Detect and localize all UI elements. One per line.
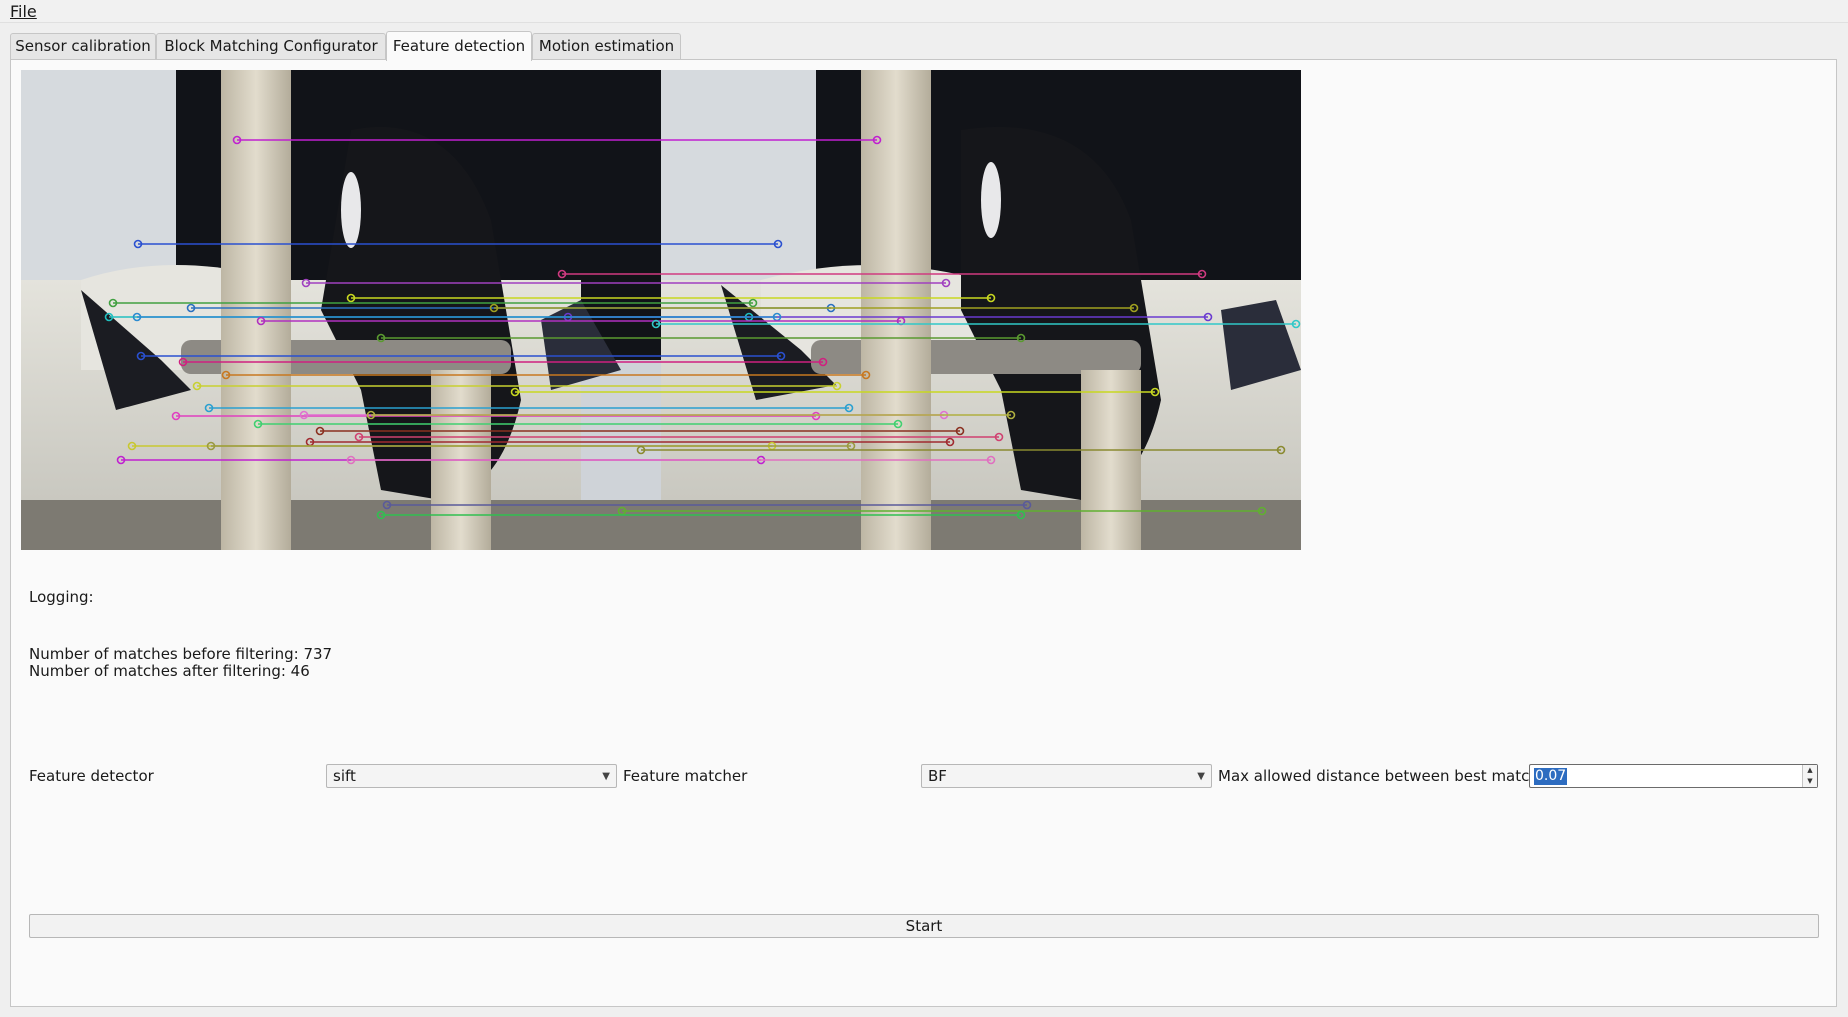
feature-detector-label: Feature detector bbox=[29, 767, 154, 785]
menu-bar: File bbox=[0, 0, 1848, 23]
file-menu[interactable]: File bbox=[10, 2, 37, 21]
feature-detector-select[interactable]: sift ▼ bbox=[326, 764, 617, 788]
feature-detection-panel: Logging: Number of matches before filter… bbox=[10, 59, 1837, 1007]
chevron-down-icon: ▼ bbox=[602, 771, 610, 782]
feature-detector-value: sift bbox=[333, 767, 356, 785]
max-distance-value[interactable]: 0.07 bbox=[1534, 768, 1568, 785]
tab-block-matching-configurator[interactable]: Block Matching Configurator bbox=[156, 33, 386, 59]
feature-matcher-value: BF bbox=[928, 767, 947, 785]
feature-match-image bbox=[21, 70, 1301, 550]
matches-before-text: Number of matches before filtering: 737 bbox=[29, 645, 333, 663]
tab-feature-detection[interactable]: Feature detection bbox=[386, 31, 532, 61]
feature-matcher-select[interactable]: BF ▼ bbox=[921, 764, 1212, 788]
max-distance-label: Max allowed distance between best matche… bbox=[1218, 767, 1556, 785]
left-camera-frame bbox=[21, 70, 661, 550]
chevron-down-icon: ▼ bbox=[1197, 771, 1205, 782]
tab-motion-estimation[interactable]: Motion estimation bbox=[532, 33, 681, 59]
feature-matcher-label: Feature matcher bbox=[623, 767, 748, 785]
max-distance-spinbox[interactable]: 0.07 ▲ ▼ bbox=[1529, 764, 1818, 788]
tab-label: Motion estimation bbox=[538, 37, 675, 55]
logging-label: Logging: bbox=[29, 588, 94, 606]
file-menu-label: File bbox=[10, 2, 37, 21]
start-button-label: Start bbox=[905, 917, 943, 935]
tab-label: Feature detection bbox=[392, 37, 526, 55]
matches-after-text: Number of matches after filtering: 46 bbox=[29, 662, 310, 680]
right-camera-frame bbox=[661, 70, 1301, 550]
tab-sensor-calibration[interactable]: Sensor calibration bbox=[10, 33, 156, 59]
spin-stepper: ▲ ▼ bbox=[1802, 765, 1817, 787]
start-button[interactable]: Start bbox=[29, 914, 1819, 938]
spin-up-icon[interactable]: ▲ bbox=[1803, 765, 1817, 776]
tab-label: Block Matching Configurator bbox=[164, 37, 378, 55]
spin-down-icon[interactable]: ▼ bbox=[1803, 776, 1817, 787]
feature-match-canvas bbox=[21, 70, 1301, 550]
tab-label: Sensor calibration bbox=[15, 37, 151, 55]
